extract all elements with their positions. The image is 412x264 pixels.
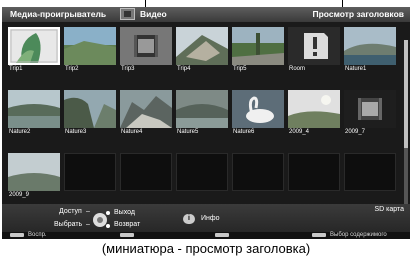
thumbnail-image	[8, 27, 60, 65]
thumbnail-item[interactable]: Nature2	[8, 90, 60, 138]
app-title: Медиа-проигрыватель	[10, 9, 107, 19]
info-label: Инфо	[201, 215, 220, 222]
select-dash: –	[86, 221, 90, 228]
title-bar: Медиа-проигрыватель Видео Просмотр загол…	[2, 7, 410, 22]
select-content-label: Выбор содержимого	[330, 232, 387, 238]
thumbnail-item[interactable]: Room	[288, 27, 340, 75]
scrollbar-thumb[interactable]	[404, 40, 408, 148]
thumbnail-item[interactable]: 2009_7	[344, 90, 396, 138]
exit-dot-icon	[106, 211, 110, 215]
empty-slot	[176, 153, 228, 191]
thumbnail-image	[120, 27, 172, 65]
thumbnail-label: Nature5	[177, 129, 199, 135]
thumbnail-image	[288, 27, 340, 65]
red-button-icon[interactable]	[10, 233, 24, 237]
thumbnail-label: Trip3	[121, 66, 135, 72]
empty-slot	[120, 153, 172, 191]
view-mode-label: Просмотр заголовков	[312, 9, 405, 19]
sd-card-label: SD карта	[374, 206, 404, 213]
scrollbar[interactable]	[404, 40, 408, 216]
color-button-bar: Воспр. Выбор содержимого	[2, 232, 410, 239]
section-title: Видео	[140, 9, 167, 19]
thumbnail-label: Trip5	[233, 66, 247, 72]
thumbnail-image	[8, 90, 60, 128]
thumbnail-item[interactable]: Nature5	[176, 90, 228, 138]
green-button-icon[interactable]	[120, 233, 134, 237]
thumbnail-item[interactable]: 2009_4	[288, 90, 340, 138]
video-mode-icon	[120, 8, 135, 20]
thumbnail-label: 2009_9	[9, 192, 30, 198]
thumbnail-item[interactable]: Trip2	[64, 27, 116, 75]
thumbnail-label: Nature3	[65, 129, 87, 135]
thumbnail-label: Nature4	[121, 129, 143, 135]
thumbnail-image	[288, 90, 340, 128]
back-dot-icon	[106, 224, 110, 228]
thumbnail-image	[120, 90, 172, 128]
access-dash: –	[86, 208, 90, 215]
thumbnail-item[interactable]: Nature6	[232, 90, 284, 138]
empty-slot	[232, 153, 284, 191]
thumbnail-item[interactable]: Nature4	[120, 90, 172, 138]
play-label: Воспр.	[28, 232, 47, 238]
thumbnail-item[interactable]: Trip1	[8, 27, 60, 75]
thumbnail-image	[344, 90, 396, 128]
thumbnail-item[interactable]: Nature3	[64, 90, 116, 138]
thumbnail-image	[344, 27, 396, 65]
figure-caption: (миниатюра - просмотр заголовка)	[101, 241, 311, 256]
thumbnail-label: Trip4	[177, 66, 191, 72]
info-icon: i	[183, 214, 195, 224]
back-label: Возврат	[114, 221, 141, 228]
empty-slot	[344, 153, 396, 191]
select-label: Выбрать	[54, 221, 83, 228]
thumbnail-item[interactable]: 2009_9	[8, 153, 60, 201]
dpad-icon	[93, 213, 107, 227]
thumbnail-image	[176, 90, 228, 128]
empty-slot	[64, 153, 116, 191]
thumbnail-item[interactable]: Trip4	[176, 27, 228, 75]
thumbnail-image	[64, 27, 116, 65]
thumbnail-item[interactable]: Trip5	[232, 27, 284, 75]
thumbnail-label: 2009_4	[289, 129, 310, 135]
access-label: Доступ	[59, 208, 82, 215]
thumbnail-image	[232, 27, 284, 65]
thumbnail-item[interactable]: Nature1	[344, 27, 396, 75]
thumbnail-image	[232, 90, 284, 128]
thumbnail-image	[176, 27, 228, 65]
thumbnail-label: Nature6	[233, 129, 255, 135]
thumbnail-label: Trip2	[65, 66, 79, 72]
thumbnail-item[interactable]: Trip3	[120, 27, 172, 75]
thumbnail-label: Nature2	[9, 129, 31, 135]
thumbnail-grid: Trip1 Trip2 Trip3 Trip4 Trip5 Room Natur…	[2, 22, 410, 216]
thumbnail-label: Nature1	[345, 66, 367, 72]
empty-slot	[288, 153, 340, 191]
yellow-button-icon[interactable]	[312, 233, 326, 237]
thumbnail-label: 2009_7	[345, 129, 366, 135]
tv-screen: Медиа-проигрыватель Видео Просмотр загол…	[2, 7, 410, 239]
thumbnail-label: Room	[289, 66, 306, 72]
thumbnail-label: Trip1	[9, 66, 23, 72]
thumbnail-image	[8, 153, 60, 191]
exit-label: Выход	[114, 209, 135, 216]
thumbnail-image	[64, 90, 116, 128]
blue-button-icon[interactable]	[215, 233, 229, 237]
